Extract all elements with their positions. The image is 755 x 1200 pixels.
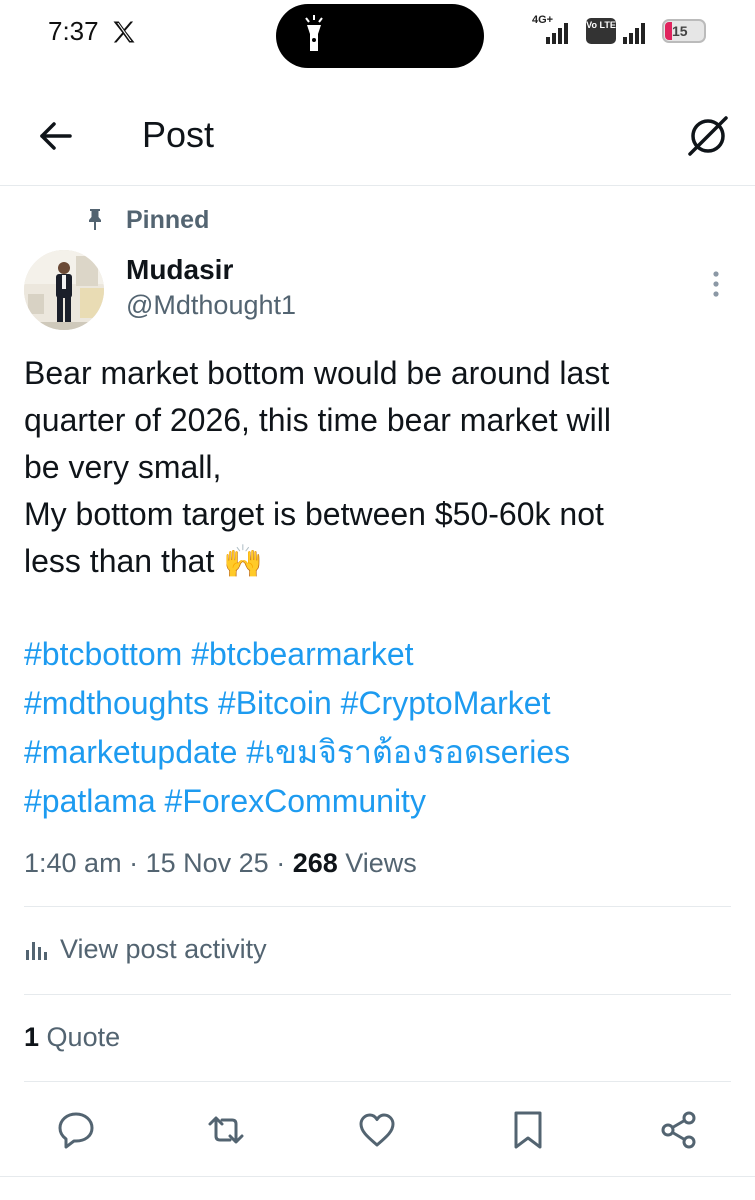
view-post-activity-label: View post activity bbox=[60, 934, 267, 964]
meta-separator: · bbox=[129, 848, 146, 878]
author-name[interactable]: Mudasir bbox=[126, 254, 233, 286]
avatar-photo bbox=[24, 250, 104, 330]
post-meta: 1:40 am · 15 Nov 25 · 268 Views bbox=[24, 848, 417, 879]
post-time[interactable]: 1:40 am bbox=[24, 848, 122, 878]
hashtag-link[interactable]: #marketupdate bbox=[24, 734, 237, 770]
meta-separator: · bbox=[276, 848, 293, 878]
hashtag-link[interactable]: #mdthoughts bbox=[24, 685, 209, 721]
signal-bars-2-icon bbox=[623, 22, 645, 44]
repost-icon[interactable] bbox=[204, 1108, 248, 1152]
signal-bars-1-icon bbox=[546, 22, 568, 44]
pin-icon bbox=[89, 209, 101, 230]
grok-icon[interactable] bbox=[684, 112, 732, 160]
hashtags: #btcbottom #btcbearmarket #mdthoughts #B… bbox=[24, 630, 734, 826]
hashtag-line: #btcbottom #btcbearmarket bbox=[24, 630, 734, 679]
views-label: Views bbox=[345, 848, 417, 878]
post-text-line: My bottom target is between $50-60k not bbox=[24, 496, 604, 532]
hashtag-line: #marketupdate #เขมจิราต้องรอดseries bbox=[24, 728, 734, 777]
hashtag-link[interactable]: #Bitcoin bbox=[218, 685, 332, 721]
hashtag-link[interactable]: #btcbottom bbox=[24, 636, 182, 672]
post-header: Post bbox=[0, 88, 755, 186]
hashtag-link[interactable]: #btcbearmarket bbox=[191, 636, 413, 672]
hashtag-line: #mdthoughts #Bitcoin #CryptoMarket bbox=[24, 679, 734, 728]
view-post-activity-button[interactable]: View post activity bbox=[24, 934, 267, 965]
avatar[interactable] bbox=[24, 250, 104, 330]
hashtag-link[interactable]: #ForexCommunity bbox=[165, 783, 426, 819]
status-time: 7:37 bbox=[48, 16, 99, 46]
pinned-label: Pinned bbox=[126, 206, 210, 234]
author-handle[interactable]: @Mdthought1 bbox=[126, 290, 296, 321]
volte-icon: Vo LTE bbox=[586, 18, 616, 44]
quotes-count-link[interactable]: 1 Quote bbox=[24, 1022, 120, 1053]
battery-icon: 15 bbox=[662, 19, 706, 43]
post-date[interactable]: 15 Nov 25 bbox=[146, 848, 269, 878]
page-title: Post bbox=[142, 114, 215, 155]
post-text: Bear market bottom would be around last … bbox=[24, 350, 734, 585]
divider bbox=[24, 906, 731, 907]
hashtag-line: #patlama #ForexCommunity bbox=[24, 777, 734, 826]
divider bbox=[24, 994, 731, 995]
x-logo-icon bbox=[113, 21, 135, 43]
hashtag-link[interactable]: #patlama bbox=[24, 783, 156, 819]
hashtag-link[interactable]: #เขมจิราต้องรอดseries bbox=[246, 734, 570, 770]
analytics-icon bbox=[26, 941, 47, 960]
flashlight-icon bbox=[305, 15, 323, 51]
more-options-icon[interactable] bbox=[700, 266, 732, 302]
divider bbox=[24, 1081, 731, 1082]
quotes-label: Quote bbox=[46, 1022, 121, 1052]
bookmark-icon[interactable] bbox=[506, 1108, 550, 1152]
share-icon[interactable] bbox=[657, 1108, 701, 1152]
back-arrow-icon[interactable] bbox=[36, 116, 76, 156]
like-icon[interactable] bbox=[355, 1108, 399, 1152]
bottom-divider bbox=[0, 1176, 755, 1177]
quotes-count: 1 bbox=[24, 1022, 40, 1052]
battery-level: 15 bbox=[672, 23, 688, 39]
post-text-line: quarter of 2026, this time bear market w… bbox=[24, 402, 611, 438]
post-text-line: Bear market bottom would be around last bbox=[24, 355, 610, 391]
status-bar: 7:37 4G+ Vo LTE 15 bbox=[0, 0, 755, 70]
post-text-line: less than that 🙌 bbox=[24, 543, 264, 579]
reply-icon[interactable] bbox=[54, 1108, 98, 1152]
hashtag-link[interactable]: #CryptoMarket bbox=[341, 685, 551, 721]
post-text-line: be very small, bbox=[24, 449, 222, 485]
views-count: 268 bbox=[292, 848, 338, 878]
